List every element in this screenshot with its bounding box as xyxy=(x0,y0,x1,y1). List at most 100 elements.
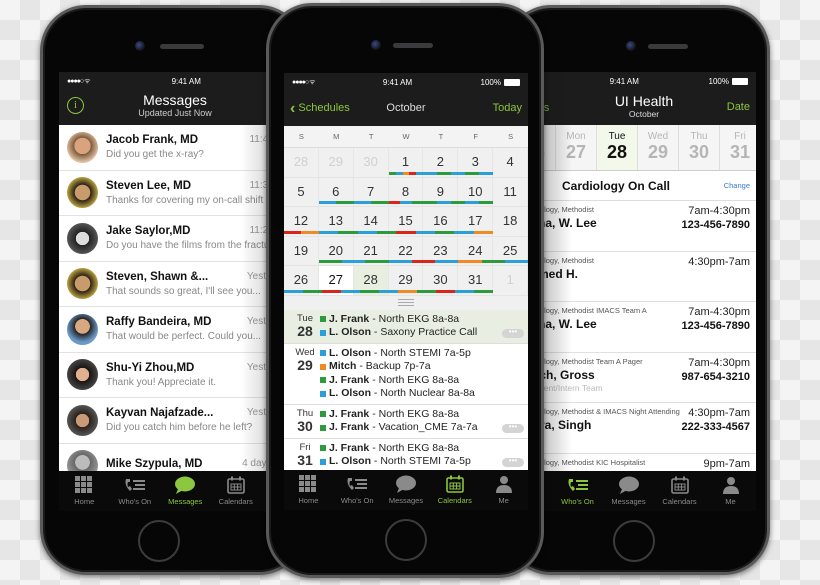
day-weekday: Tue xyxy=(608,131,626,142)
earpiece-speaker xyxy=(160,44,204,49)
schedule-bar xyxy=(451,201,466,205)
section-title: Cardiology On Call xyxy=(562,179,671,193)
shift-hours: 4:30pm-7am xyxy=(688,407,750,419)
phone-number[interactable]: 123-456-7890 xyxy=(681,320,750,332)
shift-hours: 7am-4:30pm xyxy=(688,205,750,217)
schedule-bar xyxy=(474,289,494,293)
tab-home[interactable]: Home xyxy=(60,476,108,506)
agenda-day[interactable]: Wed 29 L. Olson - North STEMI 7a-5p Mitch -… xyxy=(284,343,528,405)
chat-bubble-icon xyxy=(174,476,196,494)
schedule-bar xyxy=(400,201,412,205)
day-number: 30 xyxy=(688,142,710,162)
home-button[interactable] xyxy=(613,520,655,562)
phone-number[interactable]: 222-333-4567 xyxy=(681,421,750,433)
tab-who-s-on[interactable]: Who's On xyxy=(554,476,602,506)
change-button[interactable]: Change xyxy=(724,181,750,190)
more-options-button[interactable]: ••• xyxy=(502,456,524,467)
calendar-day[interactable]: 30 xyxy=(354,148,389,177)
day-selector[interactable]: Fri 31 xyxy=(720,125,756,170)
sender-name: Steven Lee, MD xyxy=(106,179,191,192)
phone-number[interactable]: 123-456-7890 xyxy=(681,219,750,231)
schedule-bar xyxy=(388,201,401,205)
status-bar: ●●●●○ ᯤ 9:41 AM 100% xyxy=(284,73,528,91)
tab-who-s-on[interactable]: Who's On xyxy=(333,475,381,505)
agenda-event[interactable]: L. Olson - North STEMI 7a-5p xyxy=(320,347,475,361)
agenda-event[interactable]: L. Olson - Saxony Practice Call xyxy=(320,326,477,340)
agenda-event[interactable]: L. Olson - North STEMI 7a-5p xyxy=(320,455,471,469)
tab-home[interactable]: Home xyxy=(284,475,332,505)
nav-bar: ‹ Schedules October Today xyxy=(284,91,528,126)
calendar-day[interactable]: 11 xyxy=(493,177,528,207)
calendar-day[interactable]: 19 xyxy=(284,236,319,266)
calendar-day[interactable]: 18 xyxy=(493,207,528,236)
tab-bar: Home Who's On Messages Calendars xyxy=(59,471,291,511)
agenda-event[interactable]: L. Olson - North Nuclear 8a-8a xyxy=(320,387,475,401)
drag-handle[interactable] xyxy=(284,295,528,310)
home-button[interactable] xyxy=(385,519,427,561)
phone-list-icon xyxy=(346,475,368,493)
shift-hours: 9pm-7am xyxy=(703,457,750,470)
phone-number[interactable]: 987-654-3210 xyxy=(681,371,750,383)
chat-bubble-icon xyxy=(395,475,417,493)
weekday-label: T xyxy=(368,132,374,141)
schedule-bar xyxy=(465,171,480,175)
calendar-icon xyxy=(445,475,464,493)
schedule-bar xyxy=(423,171,438,175)
calendar-day[interactable]: 4 xyxy=(493,148,528,177)
tab-messages[interactable]: Messages xyxy=(605,476,653,506)
schedule-bar xyxy=(284,230,302,234)
day-selector[interactable]: Thu 30 xyxy=(679,125,720,170)
calendar-day[interactable]: 28 xyxy=(284,148,319,177)
sender-name: Kayvan Najafzade... xyxy=(106,407,214,420)
tab-messages[interactable]: Messages xyxy=(161,476,209,506)
event-color-swatch xyxy=(320,329,326,336)
schedule-bar xyxy=(388,260,412,264)
agenda-event[interactable]: J. Frank - Vacation_CME 7a-7a xyxy=(320,421,478,435)
sender-name: Raffy Bandeira, MD xyxy=(106,316,212,329)
avatar xyxy=(67,268,98,300)
schedule-bar xyxy=(318,201,337,205)
agenda-event[interactable]: J. Frank - North EKG 8a-8a xyxy=(320,313,477,327)
schedule-bar xyxy=(357,230,377,234)
battery-percent: 100% xyxy=(480,77,501,87)
calendar-day[interactable]: 5 xyxy=(284,177,319,207)
page-title: Messages xyxy=(143,92,207,108)
date-button[interactable]: Date xyxy=(727,101,750,113)
tab-bar: Who's On Messages Calendars Me xyxy=(532,471,756,511)
today-button[interactable]: Today xyxy=(493,102,522,114)
tab-messages[interactable]: Messages xyxy=(382,475,430,505)
agenda-day[interactable]: Fri 31 J. Frank - North EKG 8a-8a L. Olson … xyxy=(284,438,528,473)
tab-me[interactable]: Me xyxy=(480,475,528,505)
tab-calendars[interactable]: Calendars xyxy=(656,476,704,506)
event-person: L. Olson xyxy=(329,455,371,468)
month-title: October xyxy=(386,102,426,114)
calendar-day[interactable]: 29 xyxy=(319,148,354,177)
schedule-bar xyxy=(322,289,342,293)
agenda-day[interactable]: Thu 30 J. Frank - North EKG 8a-8a J. Frank … xyxy=(284,404,528,439)
tab-calendars[interactable]: Calendars xyxy=(212,476,260,506)
day-number: 31 xyxy=(729,142,751,162)
more-options-button[interactable]: ••• xyxy=(502,422,524,433)
day-number: 28 xyxy=(606,142,628,162)
tab-me[interactable]: Me xyxy=(707,476,755,506)
agenda-event[interactable]: Mitch - Backup 7p-7a xyxy=(320,360,475,374)
home-button[interactable] xyxy=(138,520,180,562)
event-desc: - Backup 7p-7a xyxy=(356,360,431,373)
agenda-event[interactable]: J. Frank - North EKG 8a-8a xyxy=(320,408,478,422)
weekday-label: F xyxy=(473,132,479,141)
earpiece-speaker xyxy=(393,43,433,48)
tab-calendars[interactable]: Calendars xyxy=(431,475,479,505)
home-grid-icon xyxy=(75,476,93,494)
more-options-button[interactable]: ••• xyxy=(502,327,524,338)
event-color-swatch xyxy=(320,316,326,323)
schedule-bar xyxy=(342,260,366,264)
day-selector[interactable]: Tue 28 xyxy=(597,125,638,170)
agenda-event[interactable]: J. Frank - North EKG 8a-8a xyxy=(320,374,475,388)
day-weekday: Thu xyxy=(690,131,708,142)
agenda-event[interactable]: J. Frank - North EKG 8a-8a xyxy=(320,442,471,456)
day-selector[interactable]: Wed 29 xyxy=(638,125,679,170)
calendar-day[interactable]: 1 xyxy=(493,266,528,295)
event-person: J. Frank xyxy=(329,441,370,454)
tab-who-s-on[interactable]: Who's On xyxy=(111,476,159,506)
agenda-day[interactable]: Tue 28 J. Frank - North EKG 8a-8a L. Olson … xyxy=(284,309,528,344)
